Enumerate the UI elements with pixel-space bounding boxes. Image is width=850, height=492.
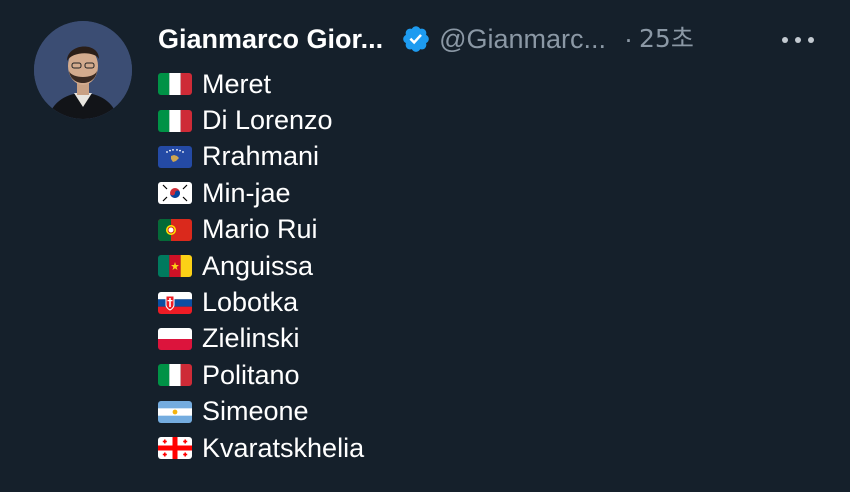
list-item: Zielinski bbox=[158, 321, 364, 357]
player-name: Lobotka bbox=[202, 287, 299, 318]
dot bbox=[795, 37, 801, 43]
list-item: Mario Rui bbox=[158, 212, 364, 248]
player-name: Mario Rui bbox=[202, 214, 318, 245]
dot bbox=[782, 37, 788, 43]
slovakia-flag-icon bbox=[158, 291, 192, 314]
verified-badge-icon bbox=[401, 24, 431, 54]
portugal-flag-icon bbox=[158, 218, 192, 241]
player-name: Meret bbox=[202, 68, 272, 99]
georgia-flag-icon bbox=[158, 437, 192, 460]
list-item: Di Lorenzo bbox=[158, 102, 364, 138]
dot bbox=[808, 37, 814, 43]
author-handle[interactable]: @Gianmarc... bbox=[439, 22, 606, 56]
timestamp[interactable]: 25초 bbox=[639, 22, 694, 56]
author-name[interactable]: Gianmarco Gior... bbox=[158, 22, 383, 56]
list-item: Lobotka bbox=[158, 284, 364, 320]
italy-flag-icon bbox=[158, 109, 192, 132]
player-name: Kvaratskhelia bbox=[202, 432, 365, 463]
list-item: Rrahmani bbox=[158, 139, 364, 175]
italy-flag-icon bbox=[158, 73, 192, 96]
player-name: Politano bbox=[202, 359, 300, 390]
italy-flag-icon bbox=[158, 364, 192, 387]
player-name: Min-jae bbox=[202, 177, 291, 208]
player-name: Di Lorenzo bbox=[202, 105, 333, 136]
list-item: Kvaratskhelia bbox=[158, 430, 364, 466]
player-name: Rrahmani bbox=[202, 141, 320, 172]
player-name: Simeone bbox=[202, 396, 309, 427]
more-options-icon[interactable] bbox=[782, 32, 814, 48]
player-name: Anguissa bbox=[202, 250, 314, 281]
tweet-header: Gianmarco Gior... @Gianmarc... · 25초 bbox=[158, 22, 694, 56]
tweet-body: Meret Di Lorenzo Rrahmani Min-jae Mario … bbox=[158, 66, 364, 466]
list-item: Min-jae bbox=[158, 175, 364, 211]
list-item: Simeone bbox=[158, 394, 364, 430]
kosovo-flag-icon bbox=[158, 145, 192, 168]
list-item: Politano bbox=[158, 357, 364, 393]
south-korea-flag-icon bbox=[158, 182, 192, 205]
separator-dot: · bbox=[624, 24, 634, 54]
cameroon-flag-icon bbox=[158, 255, 192, 278]
avatar[interactable] bbox=[34, 21, 132, 119]
list-item: Anguissa bbox=[158, 248, 364, 284]
player-name: Zielinski bbox=[202, 323, 300, 354]
list-item: Meret bbox=[158, 66, 364, 102]
poland-flag-icon bbox=[158, 327, 192, 350]
argentina-flag-icon bbox=[158, 400, 192, 423]
